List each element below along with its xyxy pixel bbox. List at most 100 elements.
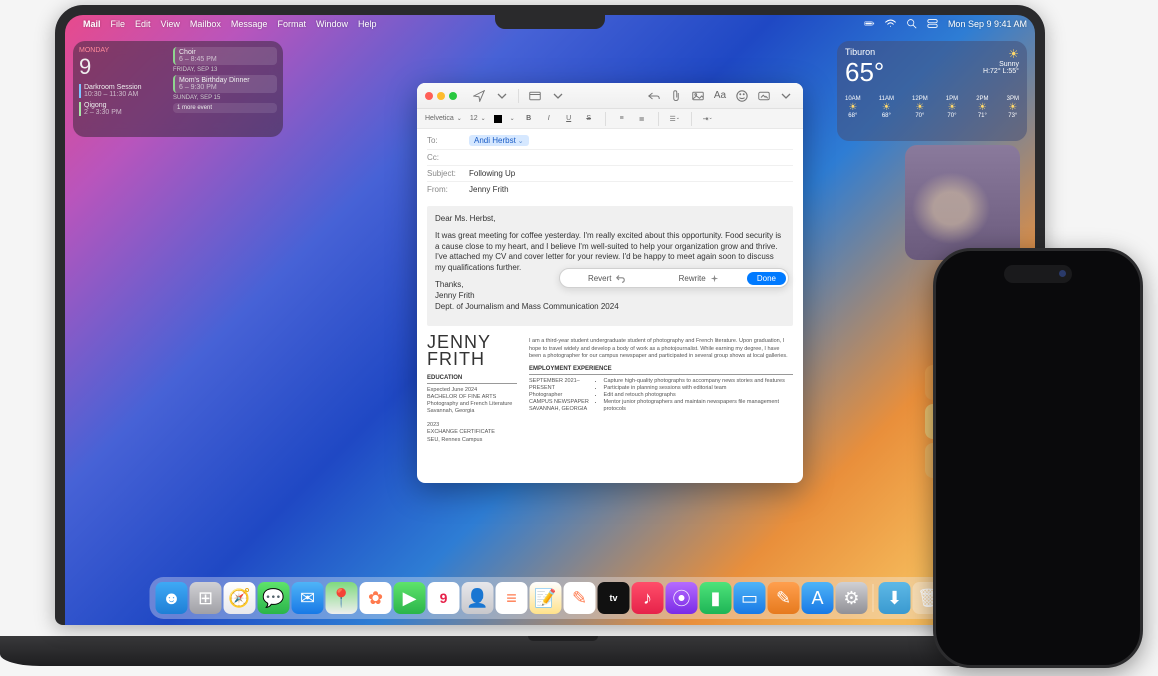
dock-podcasts-icon[interactable]: ⦿ <box>666 582 698 614</box>
subject-value: Following Up <box>469 169 515 178</box>
dock-pages-icon[interactable]: ✎ <box>768 582 800 614</box>
resume-education: Expected June 2024 BACHELOR OF FINE ARTS… <box>427 387 517 444</box>
weather-hour: 2PM☀71° <box>976 96 988 119</box>
undo-icon <box>616 274 625 283</box>
battery-icon[interactable] <box>864 18 875 31</box>
window-traffic-lights <box>425 92 457 100</box>
app-menu[interactable]: Mail <box>83 19 101 29</box>
dock-messages-icon[interactable]: 💬 <box>258 582 290 614</box>
mail-toolbar: Aa <box>417 83 803 109</box>
dock-keynote-icon[interactable]: ▭ <box>734 582 766 614</box>
rewrite-button[interactable]: Rewrite <box>652 274 744 283</box>
calendar-event: Darkroom Session 10:30 – 11:30 AM <box>79 84 169 98</box>
weather-hilo: H:72° L:55° <box>983 68 1019 75</box>
dock-mail-icon[interactable]: ✉ <box>292 582 324 614</box>
subject-row[interactable]: Subject: Following Up <box>427 166 793 182</box>
mail-body[interactable]: Dear Ms. Herbst, It was great meeting fo… <box>427 206 793 326</box>
event-time: 10:30 – 11:30 AM <box>84 91 169 98</box>
menu-window[interactable]: Window <box>316 19 348 29</box>
weather-condition: Sunny <box>983 61 1019 68</box>
dock-reminders-icon[interactable]: ≡ <box>496 582 528 614</box>
chevron-down-icon[interactable] <box>777 88 795 104</box>
mail-headers: To: Andi Herbst Cc: Subject: Following U… <box>417 129 803 200</box>
wifi-icon[interactable] <box>885 18 896 31</box>
dock-music-icon[interactable]: ♪ <box>632 582 664 614</box>
dock-launchpad-icon[interactable]: ⊞ <box>190 582 222 614</box>
dock-calendar-icon[interactable]: 9 <box>428 582 460 614</box>
iphone-device <box>933 248 1143 668</box>
dock-notes-icon[interactable]: 📝 <box>530 582 562 614</box>
laptop-frame: Mail File Edit View Mailbox Message Format Win… <box>55 5 1045 625</box>
close-button[interactable] <box>425 92 433 100</box>
menu-message[interactable]: Message <box>231 19 268 29</box>
align-button[interactable]: ≡ <box>616 115 628 122</box>
list-button[interactable]: ☰⌄ <box>669 115 681 123</box>
font-size-select[interactable]: 12⌄ <box>470 115 486 122</box>
dock-finder-icon[interactable]: ☻ <box>156 582 188 614</box>
underline-button[interactable]: U <box>563 115 575 122</box>
color-swatch[interactable] <box>494 115 502 123</box>
dock-facetime-icon[interactable]: ▶ <box>394 582 426 614</box>
chevron-down-icon[interactable] <box>549 88 567 104</box>
revert-label: Revert <box>588 274 612 283</box>
strike-button[interactable]: S <box>583 115 595 122</box>
dock-freeform-icon[interactable]: ✎ <box>564 582 596 614</box>
control-center-icon[interactable] <box>927 18 938 31</box>
format-icon[interactable]: Aa <box>711 88 729 104</box>
search-icon[interactable] <box>906 18 917 31</box>
calendar-more[interactable]: 1 more event <box>173 103 277 113</box>
recipient-pill[interactable]: Andi Herbst <box>469 135 529 146</box>
subject-label: Subject: <box>427 169 469 178</box>
weather-widget[interactable]: Tiburon 65° ☀ Sunny H:72° L:55° 10AM☀68°… <box>837 41 1027 141</box>
calendar-event: Qigong 2 – 3:30 PM <box>79 102 169 116</box>
reply-icon[interactable] <box>645 88 663 104</box>
indent-button[interactable]: ⇥⌄ <box>702 115 714 123</box>
calendar-day-label: MONDAY <box>79 47 169 54</box>
revert-button[interactable]: Revert <box>560 274 652 283</box>
photo-icon[interactable] <box>689 88 707 104</box>
italic-button[interactable]: I <box>543 115 555 122</box>
attach-icon[interactable] <box>667 88 685 104</box>
cc-row[interactable]: Cc: <box>427 150 793 166</box>
bold-button[interactable]: B <box>523 115 535 122</box>
minimize-button[interactable] <box>437 92 445 100</box>
dock-safari-icon[interactable]: 🧭 <box>224 582 256 614</box>
resume-bullet: Capture high-quality photographs to acco… <box>604 378 793 385</box>
menu-view[interactable]: View <box>161 19 180 29</box>
dynamic-island <box>1004 265 1072 283</box>
resume-bullet: Mentor junior photographers and maintain… <box>604 399 793 413</box>
chevron-down-icon[interactable] <box>493 88 511 104</box>
dock-numbers-icon[interactable]: ▮ <box>700 582 732 614</box>
menu-file[interactable]: File <box>111 19 126 29</box>
menu-edit[interactable]: Edit <box>135 19 151 29</box>
calendar-widget[interactable]: MONDAY 9 Darkroom Session 10:30 – 11:30 … <box>73 41 283 137</box>
dock-maps-icon[interactable]: 📍 <box>326 582 358 614</box>
menu-mailbox[interactable]: Mailbox <box>190 19 221 29</box>
align-button[interactable]: ≣ <box>636 115 648 123</box>
media-browser-icon[interactable] <box>755 88 773 104</box>
dock-photos-icon[interactable]: ✿ <box>360 582 392 614</box>
menubar-datetime[interactable]: Mon Sep 9 9:41 AM <box>948 19 1027 29</box>
weather-hour: 11AM☀68° <box>879 96 894 119</box>
emoji-icon[interactable] <box>733 88 751 104</box>
menu-help[interactable]: Help <box>358 19 377 29</box>
done-button[interactable]: Done <box>747 272 786 285</box>
resume-emp-bullets: Capture high-quality photographs to acco… <box>604 378 793 414</box>
dock-contacts-icon[interactable]: 👤 <box>462 582 494 614</box>
dock-appstore-icon[interactable]: A <box>802 582 834 614</box>
font-select[interactable]: Helvetica⌄ <box>425 115 462 122</box>
desktop-screen: Mail File Edit View Mailbox Message Format Win… <box>65 15 1035 625</box>
photos-widget[interactable] <box>905 145 1020 260</box>
header-fields-icon[interactable] <box>526 88 544 104</box>
from-row[interactable]: From: Jenny Frith <box>427 182 793 197</box>
display-notch <box>495 15 605 29</box>
zoom-button[interactable] <box>449 92 457 100</box>
calendar-event: Mom's Birthday Dinner6 – 9:30 PM <box>173 75 277 93</box>
send-icon[interactable] <box>470 88 488 104</box>
weather-hour: 1PM☀70° <box>946 96 958 119</box>
menu-format[interactable]: Format <box>277 19 306 29</box>
resume-emp-meta: SEPTEMBER 2021–PRESENT Photographer CAMP… <box>529 378 596 414</box>
dock-settings-icon[interactable]: ⚙ <box>836 582 868 614</box>
dock-tv-icon[interactable]: tv <box>598 582 630 614</box>
dock-downloads-icon[interactable]: ⬇ <box>879 582 911 614</box>
